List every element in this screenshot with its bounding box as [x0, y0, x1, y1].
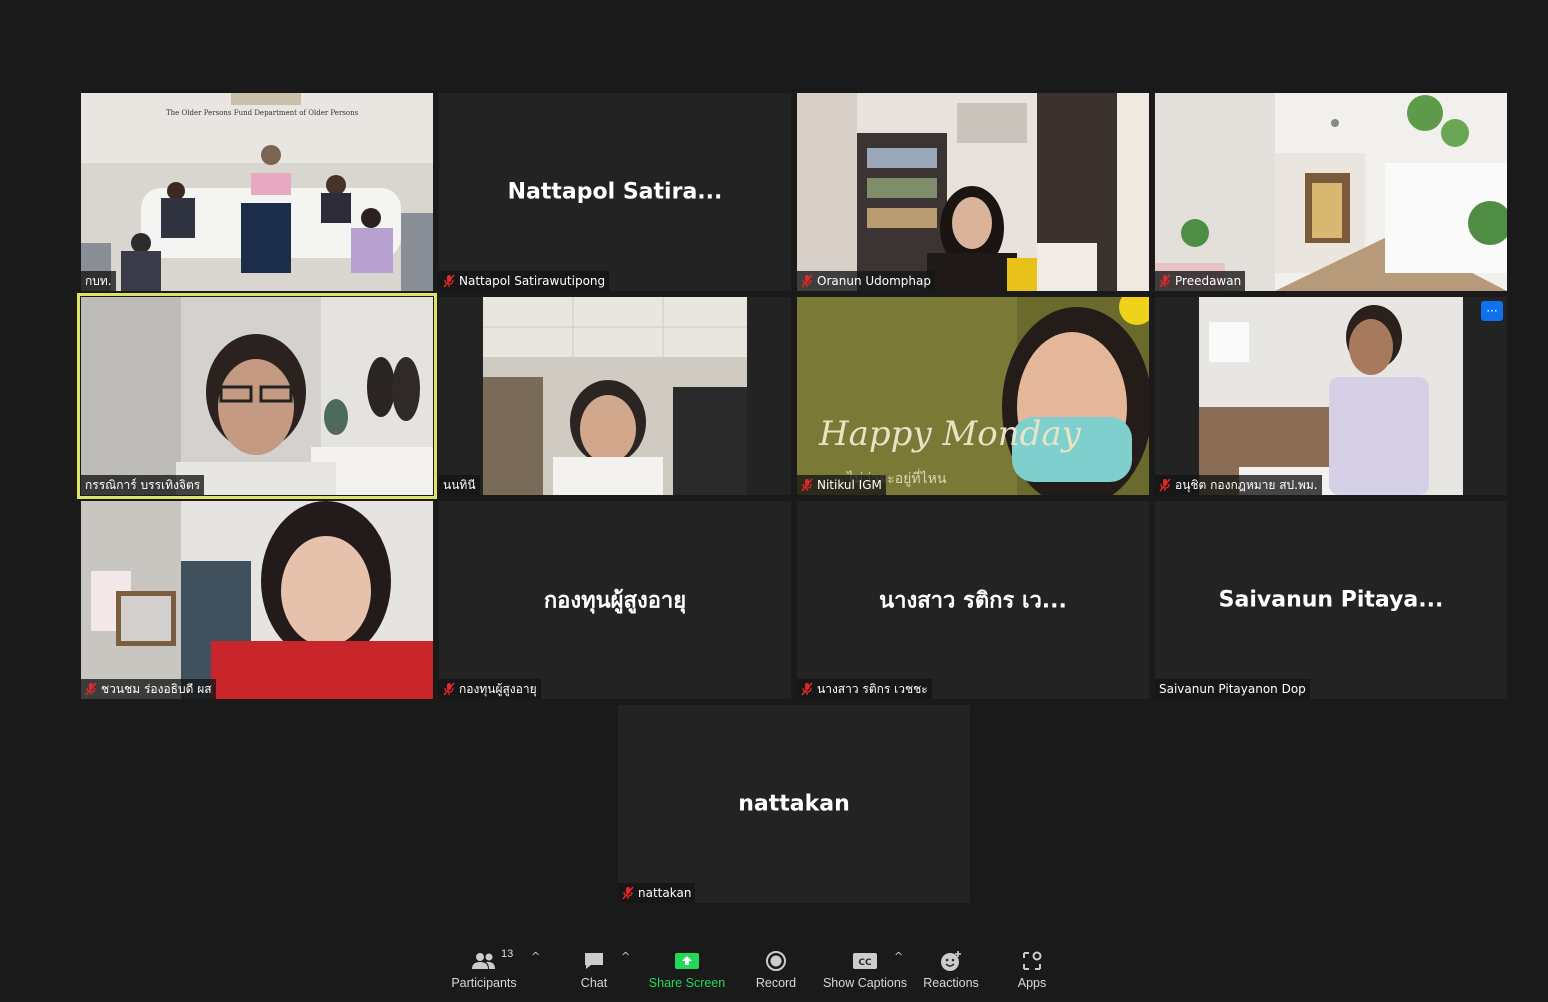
- video-tile-kannika-active-speaker[interactable]: กรรณิการ์ บรรเทิงจิตร: [77, 293, 437, 499]
- participant-name-label: กบท.: [81, 271, 116, 291]
- happy-monday-mask-video: Happy Monday ไม่ว่าจะอยู่ที่ไหน: [797, 297, 1149, 495]
- meeting-toolbar: 13 Participants ^ Chat ^ Share Screen Re…: [0, 942, 1548, 1002]
- participant-name-label: Nattapol Satirawutipong: [439, 271, 610, 291]
- participants-options-caret[interactable]: ^: [531, 950, 540, 963]
- video-tile-nattakan[interactable]: nattakan nattakan: [618, 705, 970, 903]
- muted-mic-icon: [801, 274, 813, 288]
- participant-name-label: nattakan: [618, 883, 696, 903]
- participants-count: 13: [501, 948, 514, 960]
- muted-mic-icon: [1159, 478, 1171, 492]
- more-options-button[interactable]: ···: [1481, 301, 1503, 321]
- white-interior-video: [1155, 93, 1507, 291]
- chat-options-caret[interactable]: ^: [621, 950, 630, 963]
- apps-button[interactable]: Apps: [1008, 942, 1056, 1002]
- participant-name-label: Saivanun Pitayanon Dop: [1155, 679, 1310, 699]
- reactions-label: Reactions: [923, 976, 979, 990]
- video-tile-nitikul[interactable]: Happy Monday ไม่ว่าจะอยู่ที่ไหน Nitikul …: [797, 297, 1149, 495]
- happy-monday-overlay-text: Happy Monday: [818, 414, 1082, 454]
- muted-mic-icon: [443, 682, 455, 696]
- muted-mic-icon: [801, 478, 813, 492]
- muted-mic-icon: [443, 274, 455, 288]
- participant-display-name: นางสาว รติกร เว...: [879, 588, 1067, 614]
- video-tile-ratikorn[interactable]: นางสาว รติกร เว... นางสาว รติกร เวชชะ: [797, 501, 1149, 699]
- participant-name-label: กองทุนผู้สูงอายุ: [439, 679, 541, 699]
- muted-mic-icon: [85, 682, 97, 696]
- share-screen-label: Share Screen: [648, 976, 726, 990]
- man-shirt-video: [1199, 297, 1463, 495]
- video-tile-preedawan[interactable]: Preedawan: [1155, 93, 1507, 291]
- video-tile-nonthinee[interactable]: นนทินี: [439, 297, 791, 495]
- participant-display-name: กองทุนผู้สูงอายุ: [543, 588, 687, 614]
- share-screen-icon: [675, 953, 699, 969]
- svg-text:The Older Persons Fund Depa: The Older Persons Fund Department of Old…: [166, 109, 359, 117]
- record-icon: [766, 951, 786, 971]
- svg-text:CC: CC: [858, 958, 872, 968]
- apps-label: Apps: [1017, 976, 1047, 990]
- video-tile-kbt[interactable]: The Older Persons Fund Department of Old…: [81, 93, 433, 291]
- video-tile-chuanchom[interactable]: ชวนชม ร่องอธิบดี ผส: [81, 501, 433, 699]
- chat-label: Chat: [580, 976, 608, 990]
- participant-name-label: กรรณิการ์ บรรเทิงจิตร: [81, 475, 205, 495]
- participant-display-name: nattakan: [738, 791, 850, 817]
- muted-mic-icon: [622, 886, 634, 900]
- video-tile-nattapol[interactable]: Nattapol Satira... Nattapol Satirawutipo…: [439, 93, 791, 291]
- captions-options-caret[interactable]: ^: [894, 950, 903, 963]
- muted-mic-icon: [801, 682, 813, 696]
- video-tile-saivanun[interactable]: Saivanun Pitaya... Saivanun Pitayanon Do…: [1155, 501, 1507, 699]
- elderly-woman-glasses-video: [81, 297, 433, 495]
- record-button[interactable]: Record: [748, 942, 804, 1002]
- participants-button[interactable]: 13 Participants: [448, 942, 520, 1002]
- video-tile-anuchit[interactable]: ··· อนุชิต กองกฎหมาย สป.พม.: [1155, 297, 1507, 495]
- woman-office-video: [483, 297, 747, 495]
- record-label: Record: [755, 976, 797, 990]
- chat-icon: [585, 953, 603, 969]
- participant-name-label: นนทินี: [439, 475, 480, 495]
- woman-red-video: [81, 501, 433, 699]
- participant-name-label: Preedawan: [1155, 271, 1246, 291]
- apps-icon: [1023, 951, 1042, 970]
- meeting-room-video: The Older Persons Fund Department of Old…: [81, 93, 433, 291]
- closed-captions-icon: CC: [853, 953, 877, 969]
- participant-name-label: Nitikul IGM: [797, 475, 886, 495]
- woman-bookshelf-video: [797, 93, 1149, 291]
- participants-icon: [472, 953, 495, 969]
- chat-button[interactable]: Chat: [570, 942, 618, 1002]
- participant-name-label: อนุชิต กองกฎหมาย สป.พม.: [1155, 475, 1322, 495]
- video-tile-older-persons-fund[interactable]: กองทุนผู้สูงอายุ กองทุนผู้สูงอายุ: [439, 501, 791, 699]
- muted-mic-icon: [1159, 274, 1171, 288]
- video-tile-oranun[interactable]: Oranun Udomphap: [797, 93, 1149, 291]
- reactions-button[interactable]: Reactions: [922, 942, 980, 1002]
- participant-name-label: นางสาว รติกร เวชชะ: [797, 679, 932, 699]
- participant-display-name: Saivanun Pitaya...: [1218, 587, 1444, 613]
- participant-name-label: ชวนชม ร่องอธิบดี ผส: [81, 679, 216, 699]
- participant-display-name: Nattapol Satira...: [507, 179, 723, 205]
- reactions-icon: [941, 951, 961, 971]
- participants-label: Participants: [451, 976, 517, 990]
- show-captions-label: Show Captions: [822, 976, 908, 990]
- participant-name-label: Oranun Udomphap: [797, 271, 935, 291]
- share-screen-button[interactable]: Share Screen: [648, 942, 726, 1002]
